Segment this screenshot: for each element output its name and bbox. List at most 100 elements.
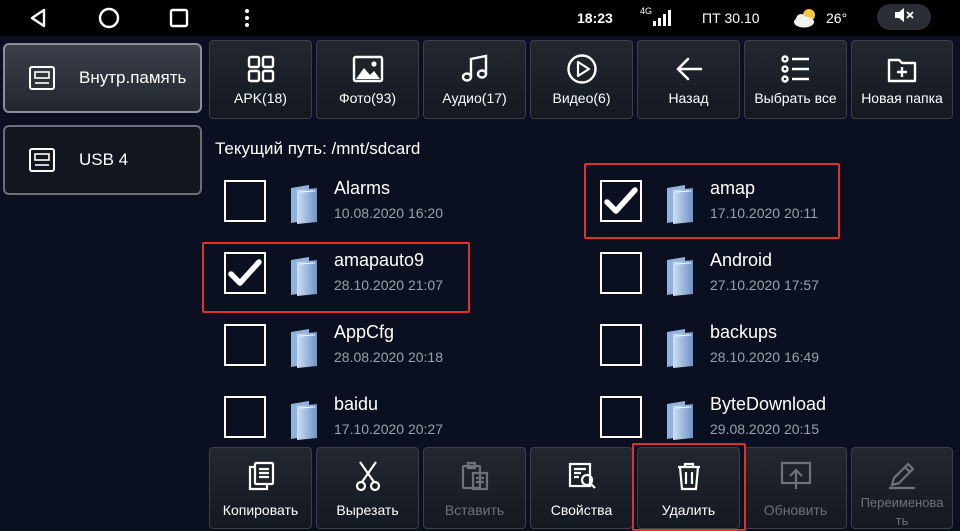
back-button[interactable]: Назад <box>637 40 740 119</box>
grid-icon <box>245 53 277 85</box>
file-date: 29.08.2020 20:15 <box>710 421 819 437</box>
file-item-amapauto9[interactable]: amapauto9 28.10.2020 21:07 <box>209 242 549 306</box>
scissors-icon <box>352 460 384 492</box>
copy-button[interactable]: Копировать <box>209 447 312 529</box>
properties-button[interactable]: Свойства <box>530 447 633 529</box>
rename-button[interactable]: Переименова ть <box>851 447 953 529</box>
checkbox[interactable] <box>600 252 642 294</box>
file-date: 17.10.2020 20:11 <box>710 205 818 221</box>
action-label: Свойства <box>550 502 613 518</box>
select-all-button[interactable]: Выбрать все <box>744 40 847 119</box>
folder-icon <box>287 400 321 440</box>
arrow-left-icon <box>673 53 705 85</box>
folder-icon <box>287 256 321 296</box>
delete-button[interactable]: Удалить <box>637 447 740 529</box>
checkbox[interactable] <box>600 324 642 366</box>
list-icon <box>780 53 812 85</box>
checkbox[interactable] <box>224 180 266 222</box>
file-name: AppCfg <box>334 322 395 342</box>
checkbox[interactable] <box>600 396 642 438</box>
file-name: baidu <box>334 394 379 414</box>
temperature: 26° <box>826 10 848 26</box>
music-note-icon <box>459 53 491 85</box>
toolbar-label: Назад <box>668 90 709 106</box>
new-folder-button[interactable]: Новая папка <box>851 40 953 119</box>
clock: 18:23 <box>577 10 613 26</box>
file-item-amap[interactable]: amap 17.10.2020 20:11 <box>585 170 925 234</box>
file-date: 27.10.2020 17:57 <box>710 277 819 293</box>
nav-home-icon[interactable] <box>93 3 125 33</box>
file-item-alarms[interactable]: Alarms 10.08.2020 16:20 <box>209 170 549 234</box>
folder-icon <box>287 184 321 224</box>
file-item-bytedownload[interactable]: ByteDownload 29.08.2020 20:15 <box>585 386 925 450</box>
apk-filter-button[interactable]: APK(18) <box>209 40 312 119</box>
action-label: Вырезать <box>336 502 399 518</box>
folder-icon <box>663 256 697 296</box>
image-icon <box>352 53 384 85</box>
toolbar-label: Аудио(17) <box>442 90 507 106</box>
signal-icon <box>652 9 674 31</box>
folder-icon <box>663 328 697 368</box>
toolbar-label: Новая папка <box>861 90 943 106</box>
audio-filter-button[interactable]: Аудио(17) <box>423 40 526 119</box>
toolbar-label: Фото(93) <box>338 90 397 106</box>
sidebar-item-label: USB 4 <box>79 150 129 169</box>
checkbox-checked[interactable] <box>224 252 266 294</box>
nav-back-icon[interactable] <box>22 3 54 33</box>
file-name: Android <box>710 250 773 270</box>
file-name: ByteDownload <box>710 394 827 414</box>
refresh-button[interactable]: Обновить <box>744 447 847 529</box>
file-item-backups[interactable]: backups 28.10.2020 16:49 <box>585 314 925 378</box>
action-label: Копировать <box>222 502 299 518</box>
checkbox[interactable] <box>224 396 266 438</box>
folder-icon <box>287 328 321 368</box>
storage-icon <box>27 63 57 93</box>
new-folder-icon <box>886 53 918 85</box>
pencil-icon <box>886 460 918 490</box>
checkbox-checked[interactable] <box>600 180 642 222</box>
file-item-baidu[interactable]: baidu 17.10.2020 20:27 <box>209 386 549 450</box>
paste-button[interactable]: Вставить <box>423 447 526 529</box>
date: ПТ 30.10 <box>702 10 760 26</box>
checkmark-icon <box>604 187 638 214</box>
checkbox[interactable] <box>224 324 266 366</box>
folder-icon <box>663 400 697 440</box>
photo-filter-button[interactable]: Фото(93) <box>316 40 419 119</box>
checkmark-icon <box>228 259 262 286</box>
nav-recents-icon[interactable] <box>163 3 195 33</box>
file-date: 28.08.2020 20:18 <box>334 349 443 365</box>
partly-cloudy-icon <box>792 7 820 34</box>
file-item-appcfg[interactable]: AppCfg 28.08.2020 20:18 <box>209 314 549 378</box>
action-label: Удалить <box>661 502 716 518</box>
toolbar-label: Выбрать все <box>754 90 837 106</box>
paste-icon <box>459 460 491 492</box>
toolbar-label: Видео(6) <box>552 90 611 106</box>
more-menu-icon[interactable] <box>231 3 263 33</box>
copy-icon <box>245 460 277 492</box>
file-name: amapauto9 <box>334 250 425 270</box>
current-path: Текущий путь: /mnt/sdcard <box>215 139 421 158</box>
file-date: 28.10.2020 21:07 <box>334 277 443 293</box>
file-date: 10.08.2020 16:20 <box>334 205 443 221</box>
file-name: amap <box>710 178 756 198</box>
folder-icon <box>663 184 697 224</box>
file-name: backups <box>710 322 778 342</box>
file-item-android[interactable]: Android 27.10.2020 17:57 <box>585 242 925 306</box>
file-name: Alarms <box>334 178 391 198</box>
action-label: Переименова ть <box>860 495 944 528</box>
status-bar: 18:23 4G ПТ 30.10 26° <box>0 0 960 36</box>
file-date: 28.10.2020 16:49 <box>710 349 819 365</box>
trash-icon <box>673 460 705 492</box>
mute-button[interactable] <box>877 4 931 30</box>
properties-icon <box>566 460 598 492</box>
file-date: 17.10.2020 20:27 <box>334 421 443 437</box>
cut-button[interactable]: Вырезать <box>316 447 419 529</box>
toolbar-label: APK(18) <box>234 90 287 106</box>
video-filter-button[interactable]: Видео(6) <box>530 40 633 119</box>
sidebar-item-usb[interactable]: USB 4 <box>3 125 202 195</box>
play-icon <box>566 53 598 85</box>
sidebar-item-internal-storage[interactable]: Внутр.память <box>3 43 202 113</box>
storage-icon <box>27 145 57 175</box>
speaker-muted-icon <box>893 7 915 28</box>
sidebar-item-label: Внутр.память <box>79 68 187 87</box>
